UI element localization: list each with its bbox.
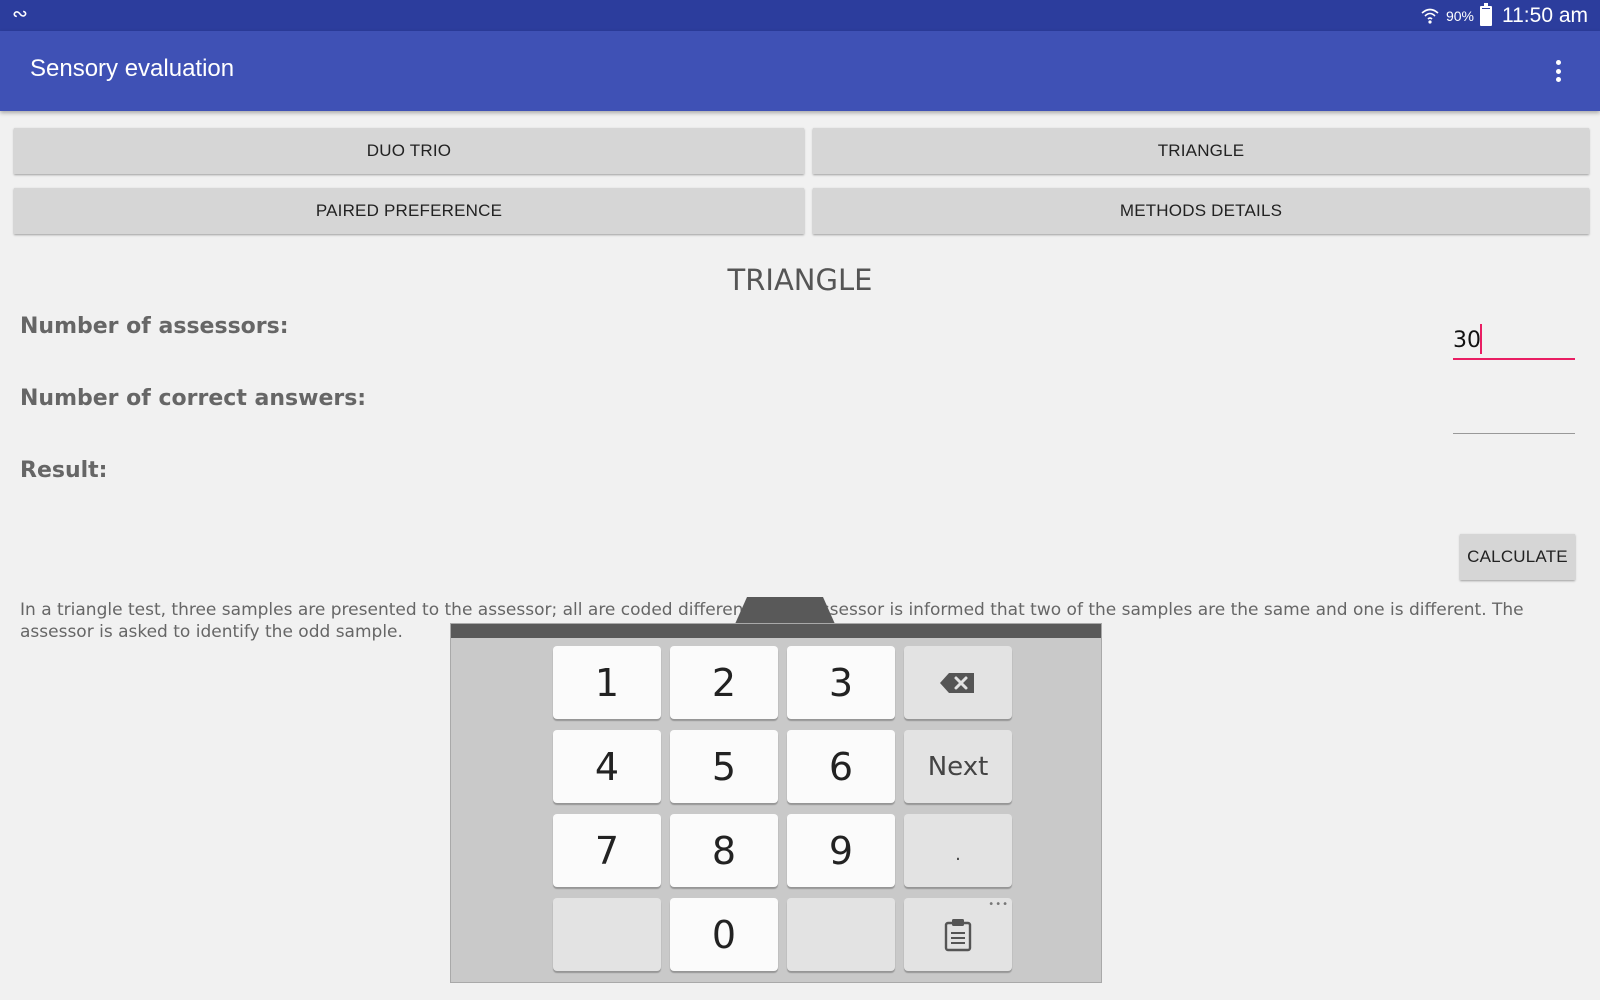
assessors-input[interactable] <box>1453 320 1575 360</box>
key-2[interactable]: 2 <box>670 646 778 719</box>
key-7[interactable]: 7 <box>553 814 661 887</box>
overflow-menu-icon[interactable] <box>1552 57 1564 85</box>
app-title: Sensory evaluation <box>30 55 235 82</box>
numeric-keyboard: 1 2 3 4 5 6 Next 7 8 9 . 0 ••• <box>450 623 1102 983</box>
key-1[interactable]: 1 <box>553 646 661 719</box>
key-3[interactable]: 3 <box>787 646 895 719</box>
next-key[interactable]: Next <box>904 730 1012 803</box>
battery-percent: 90% <box>1445 7 1474 24</box>
blank-key-left <box>553 898 661 971</box>
backspace-key[interactable] <box>904 646 1012 719</box>
clock: 11:50 am <box>1502 3 1588 27</box>
triangle-button[interactable]: TRIANGLE <box>813 128 1589 174</box>
key-6[interactable]: 6 <box>787 730 895 803</box>
key-9[interactable]: 9 <box>787 814 895 887</box>
wifi-icon <box>1421 8 1439 24</box>
paired-preference-button[interactable]: PAIRED PREFERENCE <box>14 188 804 234</box>
keyboard-top-bar <box>451 624 1101 638</box>
key-8[interactable]: 8 <box>670 814 778 887</box>
result-label: Result: <box>20 458 108 483</box>
app-bar: Sensory evaluation <box>0 31 1600 111</box>
text-cursor <box>1480 324 1482 354</box>
battery-icon <box>1480 2 1492 26</box>
correct-answers-input[interactable] <box>1453 394 1575 434</box>
assessors-label: Number of assessors: <box>20 314 289 339</box>
clipboard-key[interactable]: ••• <box>904 898 1012 971</box>
calculate-button[interactable]: CALCULATE <box>1460 534 1575 580</box>
blank-key-right <box>787 898 895 971</box>
duo-trio-button[interactable]: DUO TRIO <box>14 128 804 174</box>
decimal-key-label: . <box>955 844 961 865</box>
status-bar: ∾ 90% 11:50 am <box>0 0 1600 31</box>
app-notification-icon: ∾ <box>12 3 28 25</box>
status-indicators: 90% 11:50 am <box>1420 0 1588 31</box>
correct-answers-label: Number of correct answers: <box>20 386 367 411</box>
decimal-key[interactable]: . <box>904 814 1012 887</box>
clipboard-icon <box>944 918 972 951</box>
key-0[interactable]: 0 <box>670 898 778 971</box>
keyboard-settings-dots: ••• <box>988 899 1009 910</box>
section-title: TRIANGLE <box>727 263 873 297</box>
key-5[interactable]: 5 <box>670 730 778 803</box>
keyboard-handle[interactable] <box>735 597 835 624</box>
backspace-icon <box>940 672 974 693</box>
methods-details-button[interactable]: METHODS DETAILS <box>813 188 1589 234</box>
key-4[interactable]: 4 <box>553 730 661 803</box>
